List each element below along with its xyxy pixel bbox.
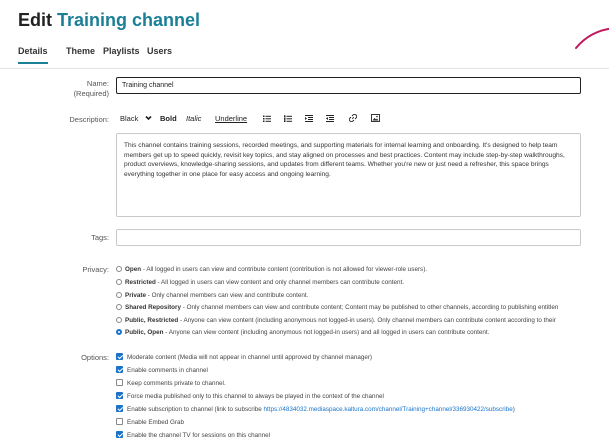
option-enable-comments[interactable]: Enable comments in channel [116,366,208,375]
radio-button[interactable] [116,279,122,285]
bold-button[interactable]: Bold [160,114,177,123]
option-private-comments[interactable]: Keep comments private to channel. [116,379,226,388]
font-color-select[interactable]: Black [120,114,138,123]
tags-input[interactable] [116,229,581,246]
tab-details[interactable]: Details [18,46,48,64]
privacy-option-public-restricted[interactable]: Public, Restricted - Anyone can view con… [116,316,556,325]
channel-name-title: Training channel [57,10,201,30]
subscribe-link[interactable]: https://4834032.mediaspace.kaltura.com/c… [264,406,513,413]
checkbox[interactable] [116,379,123,386]
tab-users[interactable]: Users [147,46,172,56]
tab-theme[interactable]: Theme [66,46,95,56]
tab-playlists[interactable]: Playlists [103,46,140,56]
indent-icon[interactable] [305,115,313,122]
link-icon[interactable] [349,114,357,122]
option-force-channel-context[interactable]: Force media published only to this chann… [116,392,384,401]
radio-button[interactable] [116,292,122,298]
outdent-icon[interactable] [326,115,334,122]
checkbox-checked[interactable] [116,353,123,360]
checkbox-checked[interactable] [116,431,123,438]
radio-button-selected[interactable] [116,329,122,335]
chevron-down-icon[interactable] [145,115,152,121]
required-note: (Required) [73,89,109,98]
description-editor[interactable]: This channel contains training sessions,… [116,133,581,217]
privacy-option-shared-repository[interactable]: Shared Repository - Only channel members… [116,303,558,312]
checkbox-checked[interactable] [116,392,123,399]
options-label: Options: [81,353,109,362]
image-icon[interactable] [371,114,380,122]
option-moderate-content[interactable]: Moderate content (Media will not appear … [116,353,372,362]
checkbox-checked[interactable] [116,405,123,412]
checkbox[interactable] [116,418,123,425]
tabs-divider [0,68,609,69]
numbered-list-icon[interactable] [284,115,292,122]
tags-label: Tags: [91,233,109,242]
option-enable-subscription[interactable]: Enable subscription to channel (link to … [116,405,515,414]
privacy-option-private[interactable]: Private - Only channel members can view … [116,291,308,300]
radio-button[interactable] [116,317,122,323]
name-input[interactable]: Training channel [116,77,581,94]
decorative-swoosh [575,27,609,49]
privacy-label: Privacy: [82,265,109,274]
privacy-option-open[interactable]: Open - All logged in users can view and … [116,265,427,274]
page-title: Edit Training channel [18,10,201,30]
privacy-option-restricted[interactable]: Restricted - All logged in users can vie… [116,278,404,287]
checkbox-checked[interactable] [116,366,123,373]
italic-button[interactable]: Italic [186,114,201,123]
option-enable-embed-grab[interactable]: Enable Embed Grab [116,418,184,427]
underline-button[interactable]: Underline [215,114,247,123]
name-label: Name: (Required) [73,79,109,98]
radio-button[interactable] [116,266,122,272]
description-label: Description: [69,115,109,124]
bullet-list-icon[interactable] [263,115,271,122]
privacy-option-public-open[interactable]: Public, Open - Anyone can view content (… [116,328,489,337]
radio-button[interactable] [116,304,122,310]
